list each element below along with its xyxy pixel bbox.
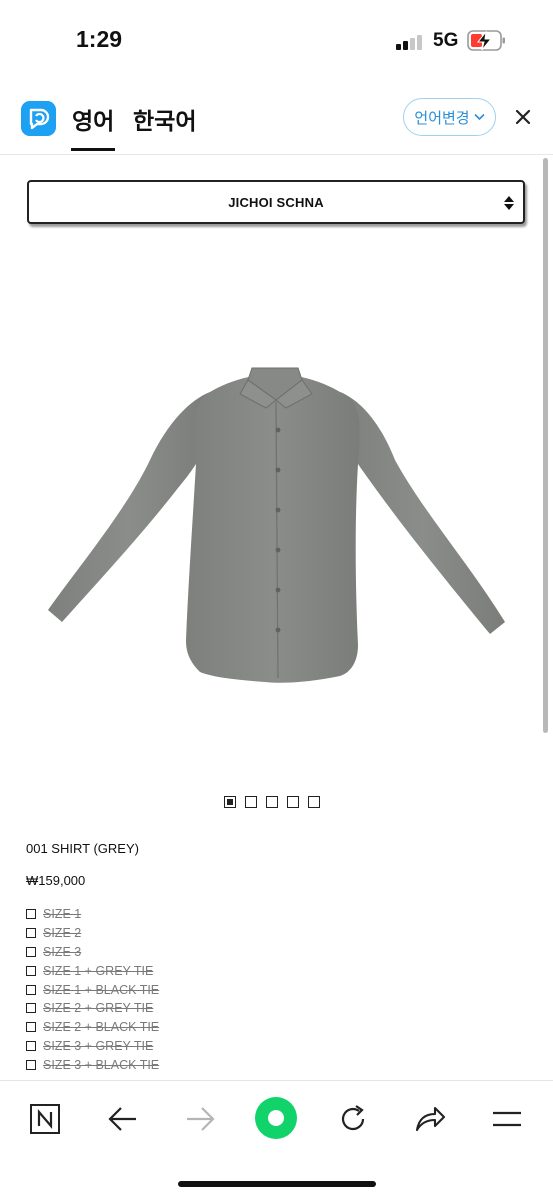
brand-select-value: JICHOI SCHNA xyxy=(228,195,324,210)
translation-header: 영어 한국어 언어변경 xyxy=(0,80,553,155)
option-item[interactable]: SIZE 2 + BLACK TIE xyxy=(26,1018,159,1037)
home-indicator xyxy=(178,1181,376,1187)
option-label: SIZE 1 xyxy=(43,907,82,922)
product-name: 001 SHIRT (GREY) xyxy=(26,841,139,856)
scrollbar[interactable] xyxy=(543,158,548,733)
tab-target-language[interactable]: 한국어 xyxy=(133,102,196,136)
status-time: 1:29 xyxy=(76,26,123,52)
checkbox[interactable] xyxy=(26,1022,36,1033)
share-icon[interactable] xyxy=(412,1101,448,1137)
option-item[interactable]: SIZE 2 + GREY TIE xyxy=(26,999,159,1018)
checkbox[interactable] xyxy=(26,1040,36,1051)
option-item[interactable]: SIZE 1 + BLACK TIE xyxy=(26,980,159,999)
checkbox[interactable] xyxy=(26,965,36,976)
pager-dot[interactable] xyxy=(224,796,236,808)
chevron-down-icon xyxy=(474,113,485,121)
signal-icon xyxy=(396,34,424,50)
option-label: SIZE 3 xyxy=(43,944,82,959)
battery-charging-icon xyxy=(467,30,505,51)
pager-dot[interactable] xyxy=(287,796,299,808)
checkbox[interactable] xyxy=(26,984,36,995)
option-label: SIZE 3 + BLACK TIE xyxy=(43,1057,160,1072)
pager-dot[interactable] xyxy=(266,796,278,808)
option-label: SIZE 1 + GREY TIE xyxy=(43,963,154,978)
option-label: SIZE 2 + BLACK TIE xyxy=(43,1020,160,1035)
pager-dot[interactable] xyxy=(245,796,257,808)
brand-select[interactable]: JICHOI SCHNA xyxy=(27,180,525,224)
close-icon[interactable] xyxy=(512,106,534,128)
option-label: SIZE 2 + GREY TIE xyxy=(43,1001,154,1016)
product-image[interactable] xyxy=(40,360,510,690)
option-item[interactable]: SIZE 1 xyxy=(26,905,159,924)
option-item[interactable]: SIZE 1 + GREY TIE xyxy=(26,961,159,980)
option-label: SIZE 3 + GREY TIE xyxy=(43,1038,154,1053)
select-arrows-icon xyxy=(504,196,514,210)
green-dot-icon[interactable] xyxy=(254,1096,298,1140)
option-item[interactable]: SIZE 3 + GREY TIE xyxy=(26,1037,159,1056)
change-language-label: 언어변경 xyxy=(414,108,470,127)
option-label: SIZE 2 xyxy=(43,926,82,941)
papago-logo-icon[interactable] xyxy=(21,101,56,136)
pager-dot[interactable] xyxy=(308,796,320,808)
forward-arrow-icon[interactable] xyxy=(182,1101,218,1137)
size-options: SIZE 1 SIZE 2 SIZE 3 SIZE 1 + GREY TIE S… xyxy=(26,905,159,1074)
refresh-icon[interactable] xyxy=(335,1101,371,1137)
checkbox[interactable] xyxy=(26,909,36,920)
checkbox[interactable] xyxy=(26,1003,36,1014)
naver-icon[interactable] xyxy=(27,1101,63,1137)
product-price: ₩159,000 xyxy=(26,873,86,888)
image-pager xyxy=(224,796,320,808)
option-label: SIZE 1 + BLACK TIE xyxy=(43,982,160,997)
checkbox[interactable] xyxy=(26,1059,36,1070)
tab-source-language[interactable]: 영어 xyxy=(70,102,116,151)
checkbox[interactable] xyxy=(26,946,36,957)
back-arrow-icon[interactable] xyxy=(105,1101,141,1137)
network-label: 5G xyxy=(433,30,459,51)
menu-icon[interactable] xyxy=(489,1101,525,1137)
option-item[interactable]: SIZE 2 xyxy=(26,924,159,943)
option-item[interactable]: SIZE 3 xyxy=(26,943,159,962)
status-bar: 1:29 5G xyxy=(0,0,553,80)
option-item[interactable]: SIZE 3 + BLACK TIE xyxy=(26,1055,159,1074)
change-language-button[interactable]: 언어변경 xyxy=(403,98,496,136)
checkbox[interactable] xyxy=(26,928,36,939)
